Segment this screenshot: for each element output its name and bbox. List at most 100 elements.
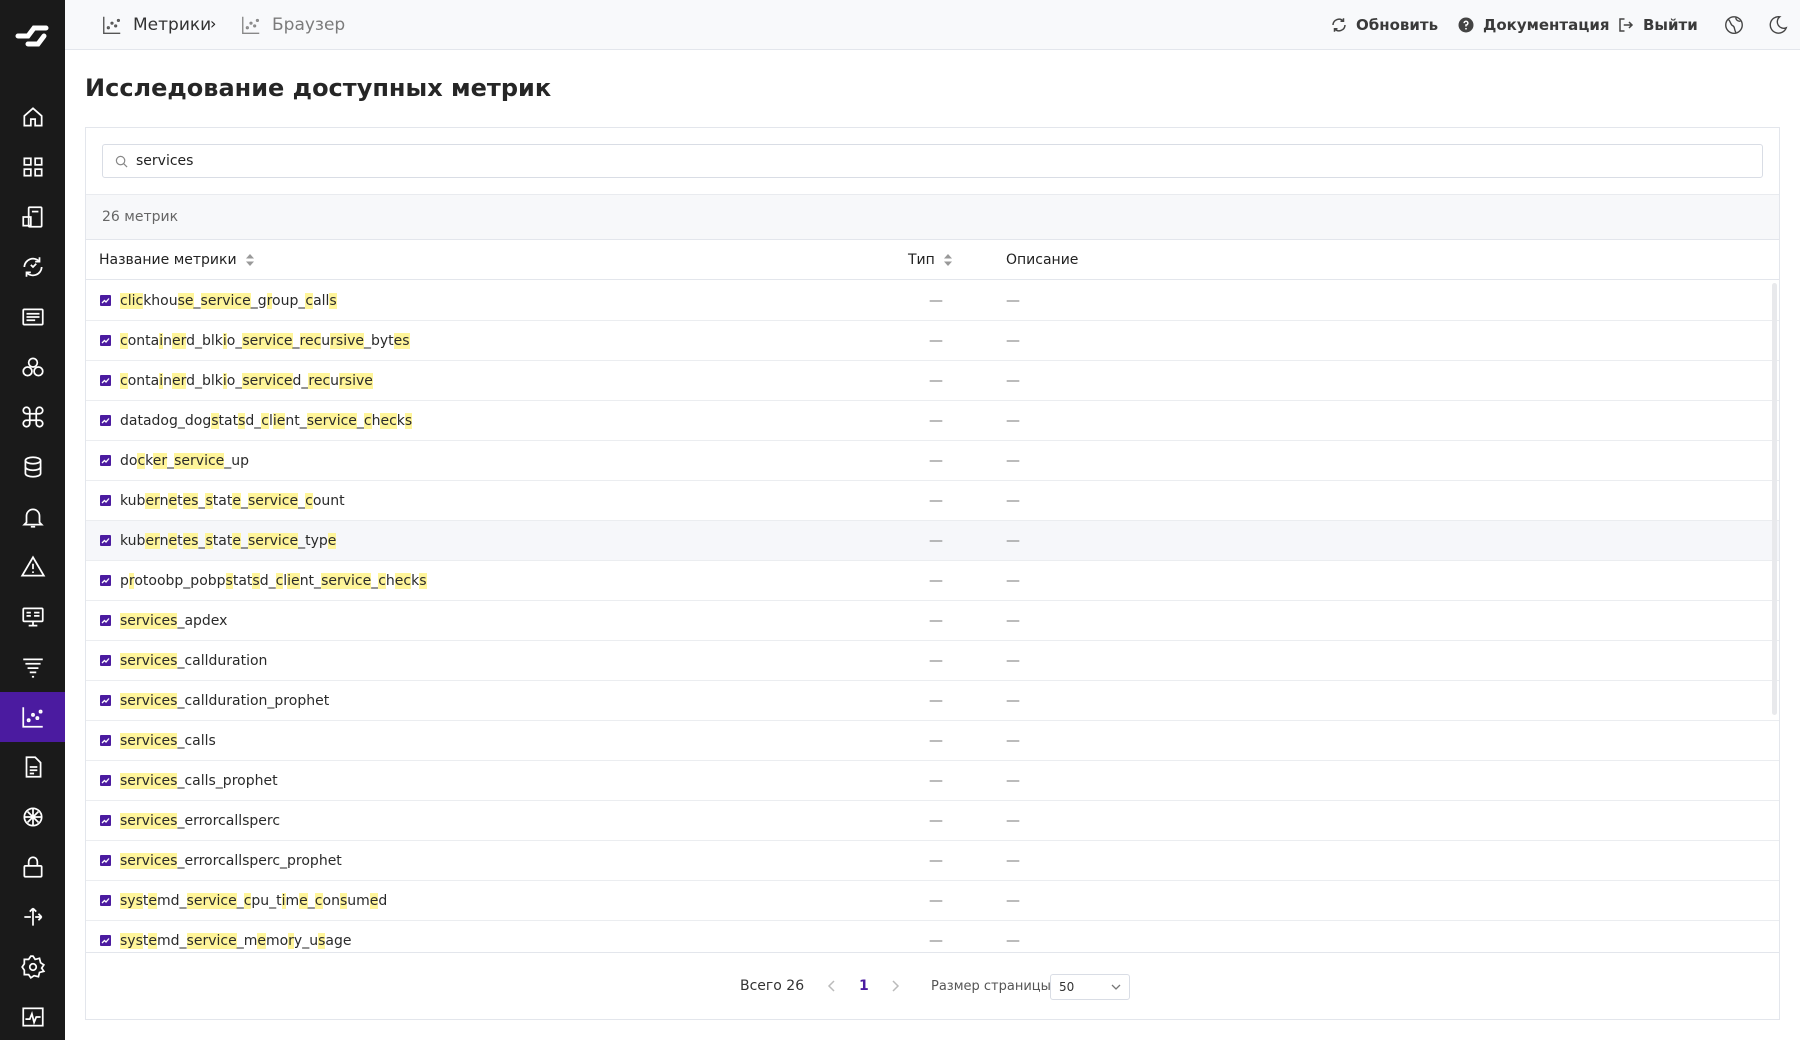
metric-type-icon <box>100 535 111 546</box>
table-row[interactable]: docker_service_up — — <box>86 441 1779 481</box>
metric-name-link[interactable]: containerd_blkio_serviced_recursive <box>120 361 373 401</box>
pagination-page-1[interactable]: 1 <box>859 953 869 1020</box>
metric-name-link[interactable]: containerd_blkio_service_recursive_bytes <box>120 321 410 361</box>
language-globe-icon[interactable] <box>1723 14 1745 36</box>
nav-network-icon[interactable] <box>0 792 65 842</box>
metric-type: — <box>929 933 943 949</box>
nav-filter-icon[interactable] <box>0 642 65 692</box>
metric-name-link[interactable]: services_callduration <box>120 641 267 681</box>
refresh-button[interactable]: Обновить <box>1330 0 1438 50</box>
table-body: clickhouse_service_group_calls — — containe… <box>86 281 1779 952</box>
nav-alerts-bell-icon[interactable] <box>0 492 65 542</box>
metric-description: — <box>1006 773 1020 789</box>
metric-type-icon <box>100 775 111 786</box>
metric-name-link[interactable]: systemd_service_cpu_time_consumed <box>120 881 387 921</box>
table-row[interactable]: services_apdex — — <box>86 601 1779 641</box>
nav-reports-icon[interactable] <box>0 192 65 242</box>
metric-name-link[interactable]: kubernetes_state_service_type <box>120 521 337 561</box>
metric-name-link[interactable]: services_apdex <box>120 601 227 641</box>
chevron-right-icon[interactable] <box>890 979 900 993</box>
table-row[interactable]: datadog_dogstatsd_client_service_checks —… <box>86 401 1779 441</box>
nav-monitor-icon[interactable] <box>0 592 65 642</box>
metric-name-link[interactable]: docker_service_up <box>120 441 249 481</box>
table-header: Название метрики Тип Описание <box>86 240 1779 280</box>
search-icon <box>115 155 128 167</box>
metric-name-link[interactable]: services_calls_prophet <box>120 761 278 801</box>
nav-home-icon[interactable] <box>0 92 65 142</box>
nav-settings-gear-icon[interactable] <box>0 942 65 992</box>
nav-services-icon[interactable] <box>0 342 65 392</box>
table-row[interactable]: protoobp_pobpstatsd_client_service_check… <box>86 561 1779 601</box>
nav-activity-icon[interactable] <box>0 992 65 1040</box>
table-row[interactable]: containerd_blkio_service_recursive_bytes… <box>86 321 1779 361</box>
table-row[interactable]: kubernetes_state_service_count — — <box>86 481 1779 521</box>
metric-description: — <box>1006 333 1020 349</box>
sort-icon[interactable] <box>245 253 255 267</box>
metric-name-link[interactable]: services_calls <box>120 721 216 761</box>
table-row[interactable]: services_callduration_prophet — — <box>86 681 1779 721</box>
logo-icon[interactable] <box>14 18 50 54</box>
metric-description: — <box>1006 413 1020 429</box>
metric-type: — <box>929 533 943 549</box>
column-header-name[interactable]: Название метрики <box>99 240 255 280</box>
column-name-label: Название метрики <box>99 252 237 268</box>
table-row[interactable]: kubernetes_state_service_type — — <box>86 521 1779 561</box>
metrics-count: 26 метрик <box>102 209 179 225</box>
metric-name-link[interactable]: datadog_dogstatsd_client_service_checks <box>120 401 413 441</box>
table-scrollbar[interactable] <box>1772 283 1777 715</box>
metric-description: — <box>1006 533 1020 549</box>
nav-database-icon[interactable] <box>0 442 65 492</box>
nav-lock-icon[interactable] <box>0 842 65 892</box>
table-row[interactable]: services_calls — — <box>86 721 1779 761</box>
nav-dashboards-icon[interactable] <box>0 142 65 192</box>
logout-label: Выйти <box>1643 16 1698 34</box>
breadcrumb-metrics-label: Метрики <box>133 15 212 35</box>
metric-type-icon <box>100 335 111 346</box>
nav-command-icon[interactable] <box>0 392 65 442</box>
metric-description: — <box>1006 893 1020 909</box>
breadcrumb-browser-label: Браузер <box>272 15 346 35</box>
page-size-select[interactable]: 50 <box>1050 974 1130 1000</box>
column-header-description: Описание <box>1006 240 1078 280</box>
metrics-chart-icon <box>103 16 121 34</box>
table-row[interactable]: services_errorcallsperc_prophet — — <box>86 841 1779 881</box>
nav-warning-icon[interactable] <box>0 542 65 592</box>
nav-logs-icon[interactable] <box>0 292 65 342</box>
table-row[interactable]: systemd_service_memory_usage — — <box>86 921 1779 952</box>
breadcrumb-metrics[interactable]: Метрики <box>101 0 211 50</box>
nav-sync-icon[interactable] <box>0 242 65 292</box>
nav-document-icon[interactable] <box>0 742 65 792</box>
documentation-button[interactable]: Документация <box>1457 0 1610 50</box>
metric-name-link[interactable]: services_callduration_prophet <box>120 681 329 721</box>
metric-name-link[interactable]: protoobp_pobpstatsd_client_service_check… <box>120 561 427 601</box>
table-row[interactable]: systemd_service_cpu_time_consumed — — <box>86 881 1779 921</box>
nav-metrics-icon[interactable] <box>0 692 65 742</box>
metric-name-link[interactable]: services_errorcallsperc_prophet <box>120 841 342 881</box>
table-row[interactable]: services_callduration — — <box>86 641 1779 681</box>
metric-type-icon <box>100 455 111 466</box>
page-title: Исследование доступных метрик <box>85 74 552 102</box>
metric-type: — <box>929 453 943 469</box>
metric-name-link[interactable]: systemd_service_memory_usage <box>120 921 351 952</box>
metric-type-icon <box>100 295 111 306</box>
table-row[interactable]: services_errorcallsperc — — <box>86 801 1779 841</box>
column-header-type[interactable]: Тип <box>908 240 953 280</box>
pagination-total: Всего 26 <box>740 978 805 994</box>
nav-routes-icon[interactable] <box>0 892 65 942</box>
search-input[interactable] <box>136 153 1736 169</box>
search-box[interactable] <box>102 144 1763 178</box>
sidebar <box>0 0 65 1040</box>
metric-name-link[interactable]: kubernetes_state_service_count <box>120 481 345 521</box>
sort-icon[interactable] <box>943 253 953 267</box>
metric-type: — <box>929 813 943 829</box>
metric-name-link[interactable]: services_errorcallsperc <box>120 801 280 841</box>
logout-button[interactable]: Выйти <box>1617 0 1698 50</box>
table-row[interactable]: services_calls_prophet — — <box>86 761 1779 801</box>
table-row[interactable]: containerd_blkio_serviced_recursive — — <box>86 361 1779 401</box>
theme-moon-icon[interactable] <box>1767 14 1789 36</box>
chevron-left-icon[interactable] <box>827 979 837 993</box>
help-circle-icon <box>1458 17 1474 33</box>
table-row[interactable]: clickhouse_service_group_calls — — <box>86 281 1779 321</box>
metric-type-icon <box>100 375 111 386</box>
metric-name-link[interactable]: clickhouse_service_group_calls <box>120 281 337 321</box>
